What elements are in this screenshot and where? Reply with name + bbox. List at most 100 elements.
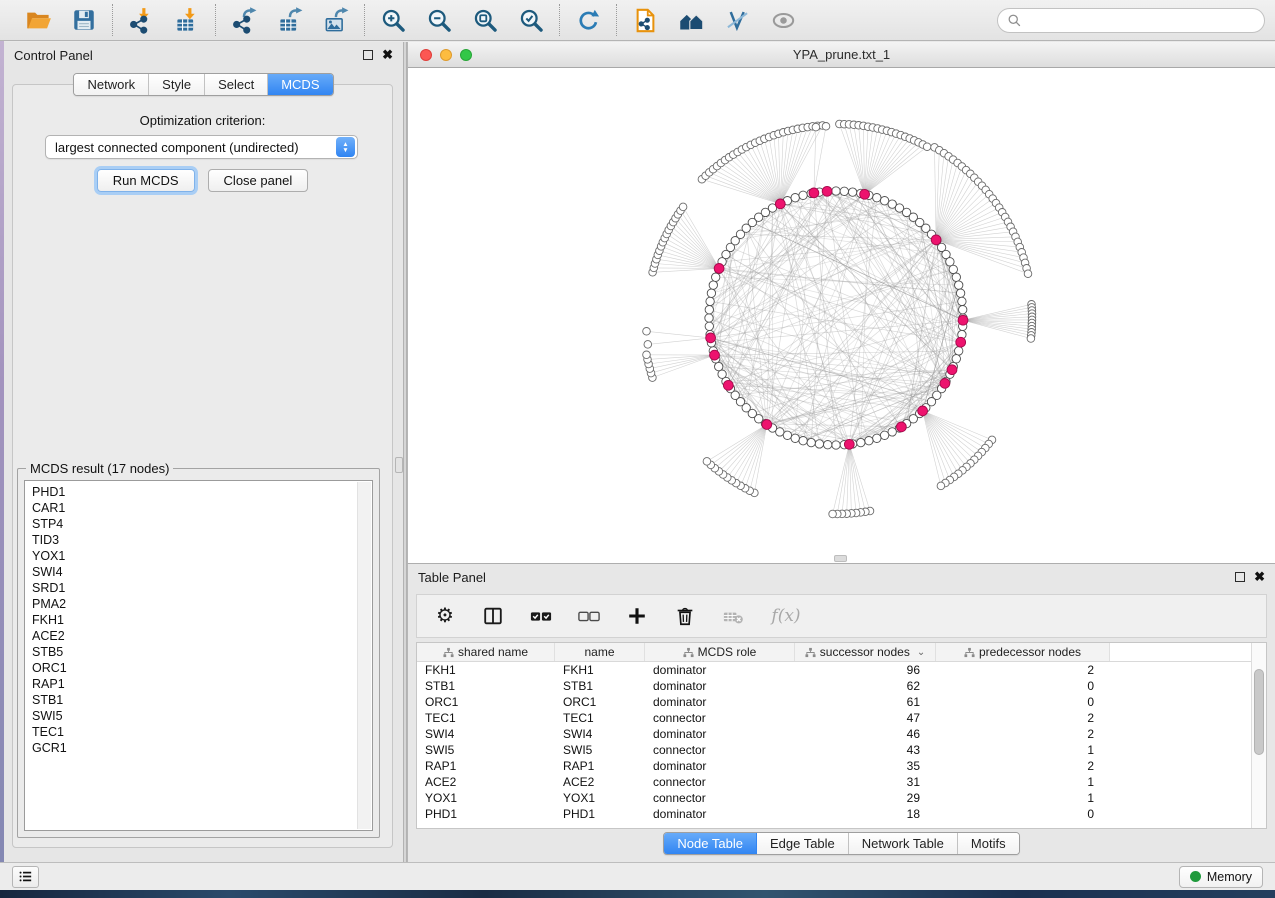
network-node[interactable]	[873, 194, 881, 202]
table-row[interactable]: TEC1TEC1connector472	[417, 710, 1266, 726]
network-edge[interactable]	[936, 199, 993, 240]
cell-successor-nodes[interactable]: 62	[795, 678, 936, 694]
cell-predecessor-nodes[interactable]: 0	[936, 806, 1110, 822]
network-edge[interactable]	[865, 134, 897, 195]
table-row[interactable]: PHD1PHD1dominator180	[417, 806, 1266, 822]
mcds-result-item[interactable]: STP4	[32, 516, 372, 532]
network-edge[interactable]	[647, 331, 711, 338]
cell-name[interactable]: ACE2	[555, 774, 645, 790]
mcds-node[interactable]	[897, 422, 907, 432]
network-edge[interactable]	[719, 241, 937, 270]
cell-successor-nodes[interactable]: 35	[795, 758, 936, 774]
table-row[interactable]: ACE2ACE2connector311	[417, 774, 1266, 790]
network-edge[interactable]	[923, 411, 986, 448]
network-edge[interactable]	[649, 355, 715, 364]
network-node[interactable]	[832, 441, 840, 449]
table-row[interactable]: FKH1FKH1dominator962	[417, 662, 1266, 678]
mcds-node[interactable]	[940, 379, 950, 389]
mcds-node[interactable]	[710, 350, 720, 360]
mcds-result-item[interactable]: PHD1	[32, 484, 372, 500]
cell-predecessor-nodes[interactable]: 1	[936, 742, 1110, 758]
network-edge[interactable]	[715, 425, 767, 469]
network-node[interactable]	[715, 362, 723, 370]
table-row[interactable]: YOX1YOX1connector291	[417, 790, 1266, 806]
leaf-node[interactable]	[1024, 270, 1032, 278]
table-row[interactable]: RAP1RAP1dominator352	[417, 758, 1266, 774]
zoom-fit-icon[interactable]	[470, 5, 500, 35]
network-edge[interactable]	[745, 425, 767, 489]
table-tab-node-table[interactable]: Node Table	[664, 833, 757, 854]
network-edge[interactable]	[725, 160, 780, 204]
cell-MCDS-role[interactable]: connector	[645, 774, 795, 790]
network-node[interactable]	[799, 191, 807, 199]
cell-predecessor-nodes[interactable]: 0	[936, 694, 1110, 710]
mcds-node[interactable]	[958, 315, 968, 325]
cell-MCDS-role[interactable]: dominator	[645, 678, 795, 694]
network-node[interactable]	[956, 289, 964, 297]
network-edge[interactable]	[849, 124, 865, 194]
network-node[interactable]	[709, 281, 717, 289]
network-edge[interactable]	[849, 444, 865, 512]
float-panel-icon[interactable]	[363, 50, 373, 60]
horizontal-splitter-grip[interactable]	[834, 555, 847, 562]
mcds-node[interactable]	[822, 186, 832, 196]
network-edge[interactable]	[653, 268, 720, 272]
import-network-icon[interactable]	[126, 5, 156, 35]
network-node[interactable]	[705, 306, 713, 314]
cell-shared-name[interactable]: RAP1	[417, 758, 555, 774]
network-node[interactable]	[815, 440, 823, 448]
network-edge[interactable]	[665, 238, 719, 268]
network-edge[interactable]	[923, 411, 989, 444]
network-node[interactable]	[955, 347, 963, 355]
network-edge[interactable]	[648, 338, 711, 345]
column-header-MCDS-role[interactable]: MCDS role	[645, 643, 795, 661]
leaf-node[interactable]	[812, 123, 820, 131]
network-edge[interactable]	[707, 425, 767, 462]
cell-successor-nodes[interactable]: 43	[795, 742, 936, 758]
cell-predecessor-nodes[interactable]: 1	[936, 774, 1110, 790]
network-edge[interactable]	[709, 172, 780, 204]
first-neighbors-icon[interactable]	[676, 5, 706, 35]
network-edge[interactable]	[727, 425, 767, 478]
network-edge[interactable]	[923, 411, 982, 452]
network-graph[interactable]	[408, 68, 1275, 563]
network-node[interactable]	[952, 355, 960, 363]
network-edge[interactable]	[936, 178, 974, 240]
cell-shared-name[interactable]: SWI4	[417, 726, 555, 742]
memory-button[interactable]: Memory	[1179, 866, 1263, 888]
cell-shared-name[interactable]: ORC1	[417, 694, 555, 710]
leaf-node[interactable]	[822, 123, 830, 131]
column-header-shared-name[interactable]: shared name	[417, 643, 555, 661]
cell-MCDS-role[interactable]: dominator	[645, 758, 795, 774]
search-field[interactable]	[997, 8, 1265, 33]
cell-predecessor-nodes[interactable]: 2	[936, 726, 1110, 742]
mcds-node[interactable]	[775, 199, 785, 209]
mcds-node[interactable]	[956, 337, 966, 347]
tab-mcds[interactable]: MCDS	[268, 74, 332, 95]
tab-network[interactable]: Network	[74, 74, 149, 95]
export-image-icon[interactable]	[321, 5, 351, 35]
export-table-icon[interactable]	[275, 5, 305, 35]
cell-successor-nodes[interactable]: 96	[795, 662, 936, 678]
network-node[interactable]	[783, 431, 791, 439]
cell-shared-name[interactable]: YOX1	[417, 790, 555, 806]
network-edge[interactable]	[963, 314, 1032, 321]
vertical-splitter-grip[interactable]	[395, 457, 403, 473]
cell-predecessor-nodes[interactable]: 2	[936, 710, 1110, 726]
mcds-node[interactable]	[844, 439, 854, 449]
zoom-in-icon[interactable]	[378, 5, 408, 35]
network-edge[interactable]	[839, 124, 864, 194]
network-edge[interactable]	[654, 268, 719, 269]
cell-name[interactable]: FKH1	[555, 662, 645, 678]
mcds-node[interactable]	[714, 264, 724, 274]
mcds-result-item[interactable]: FKH1	[32, 612, 372, 628]
cell-MCDS-role[interactable]: dominator	[645, 694, 795, 710]
result-list-scrollbar[interactable]	[357, 482, 371, 829]
cell-successor-nodes[interactable]: 31	[795, 774, 936, 790]
open-session-icon[interactable]	[23, 5, 53, 35]
table-tab-edge-table[interactable]: Edge Table	[757, 833, 849, 854]
run-mcds-button[interactable]: Run MCDS	[97, 169, 195, 192]
cell-predecessor-nodes[interactable]: 0	[936, 678, 1110, 694]
network-node[interactable]	[791, 194, 799, 202]
deselect-all-icon[interactable]	[577, 604, 601, 628]
